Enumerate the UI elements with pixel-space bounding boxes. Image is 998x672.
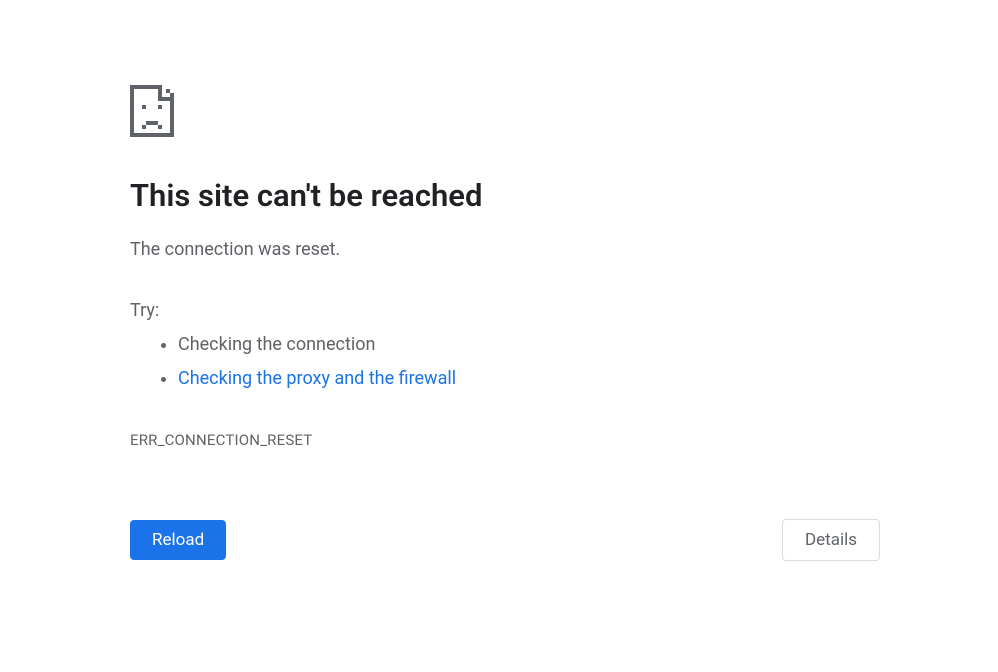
proxy-firewall-link[interactable]: Checking the proxy and the firewall (178, 368, 456, 389)
suggestion-check-connection: Checking the connection (178, 328, 760, 362)
error-heading: This site can't be reached (130, 177, 760, 214)
reload-button[interactable]: Reload (130, 520, 226, 560)
sad-page-icon (130, 85, 760, 137)
suggestion-text: Checking the connection (178, 334, 375, 355)
error-code: ERR_CONNECTION_RESET (130, 431, 760, 449)
button-row: Reload Details (130, 519, 880, 561)
error-message: The connection was reset. (130, 236, 760, 263)
suggestions-list: Checking the connection Checking the pro… (130, 328, 760, 396)
suggestion-check-proxy-firewall: Checking the proxy and the firewall (178, 362, 760, 396)
try-label: Try: (130, 297, 760, 324)
details-button[interactable]: Details (782, 519, 880, 561)
error-page-container: This site can't be reached The connectio… (0, 0, 880, 561)
